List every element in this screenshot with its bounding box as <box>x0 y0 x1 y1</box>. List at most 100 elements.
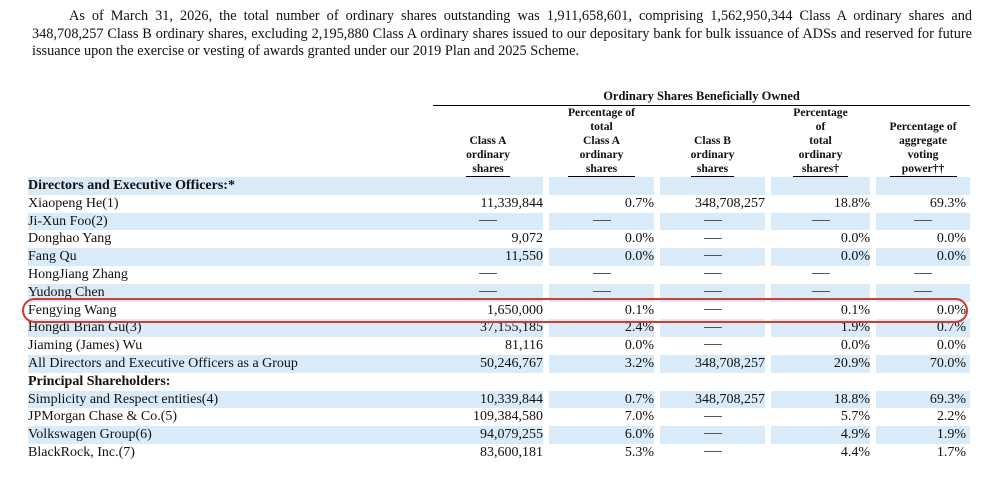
table-row: Fang Qu 11,550 0.0% 0.0% 0.0% <box>28 248 971 266</box>
cell-col-1: 109,384,580 <box>473 409 543 425</box>
column-header-line: ordinary <box>798 148 843 161</box>
cell-col-2: 7.0% <box>624 409 654 425</box>
cell-col-5 <box>876 212 971 231</box>
table-row: All Directors and Executive Officers as … <box>28 354 971 373</box>
table-row: Jiaming (James) Wu 81,116 0.0% 0.0% 0.0% <box>28 337 970 355</box>
cell-col-3: 348,708,257 <box>660 390 765 409</box>
cell-col-1: 81,116 <box>505 338 543 354</box>
dash-mark <box>703 308 722 310</box>
cell-col-2 <box>549 373 654 391</box>
column-header-5: Percentage of aggregate voting power†† <box>876 106 970 177</box>
dash-mark <box>703 291 722 293</box>
dash-mark <box>703 255 722 257</box>
section-row: Principal Shareholders: <box>28 372 970 391</box>
cell-col-3 <box>660 408 765 426</box>
cell-col-1: 83,600,181 <box>480 444 543 460</box>
cell-col-5 <box>876 266 970 284</box>
table-row: HongJiang Zhang <box>28 265 970 284</box>
intro-paragraph: As of March 31, 2026, the total number o… <box>32 8 972 59</box>
cell-col-1: 10,339,844 <box>433 390 543 409</box>
dash-mark <box>703 433 722 435</box>
dash-mark <box>703 344 722 346</box>
cell-col-2: 2.4% <box>549 319 654 338</box>
cell-col-4 <box>771 266 870 284</box>
table-row: Donghao Yang 9,072 0.0% 0.0% 0.0% <box>28 230 970 249</box>
column-header-line: of <box>815 120 826 133</box>
cell-col-1: 37,155,185 <box>433 319 543 338</box>
column-header-line: ordinary <box>466 148 510 161</box>
section-row: Directors and Executive Officers:* <box>28 177 971 195</box>
cell-col-1: 94,079,255 <box>433 426 543 444</box>
dash-mark <box>479 219 497 221</box>
dash-mark <box>703 219 722 221</box>
dash-mark <box>811 219 830 221</box>
holder-name: Volkswagen Group(6) <box>28 426 433 444</box>
column-header-line: Class A <box>469 134 507 147</box>
table-row: Volkswagen Group(6) 94,079,255 6.0% 4.9% 1.9… <box>28 426 971 444</box>
dash-mark <box>703 415 722 417</box>
table-body: Directors and Executive Officers:* Xiaope… <box>28 177 971 462</box>
dash-mark <box>592 291 611 293</box>
column-header-label: Percentage of aggregate voting power†† <box>889 120 957 177</box>
cell-col-4 <box>771 177 870 195</box>
cell-col-4: 1.9% <box>771 319 870 338</box>
column-header-label: Percentage of total Class Aordinary shares <box>567 106 636 177</box>
cell-col-4: 18.8% <box>771 390 870 409</box>
cell-col-4: 5.7% <box>840 409 870 425</box>
section-title: Principal Shareholders: <box>28 373 171 389</box>
column-header-line: total <box>590 120 613 133</box>
table-row: Ji-Xun Foo(2) <box>28 212 971 231</box>
group-header: Ordinary Shares Beneficially Owned <box>433 88 971 106</box>
column-header-1: Class Aordinary shares <box>433 106 543 177</box>
holder-name: Xiaopeng He(1) <box>28 195 119 211</box>
holder-name: JPMorgan Chase & Co.(5) <box>28 409 178 425</box>
holder-name: Hongdi Brian Gu(3) <box>28 319 433 338</box>
cell-col-3: 348,708,257 <box>660 354 765 373</box>
column-header-line: ordinary <box>579 148 624 161</box>
table-row: Xiaopeng He(1) 11,339,844 0.7% 348,708,257 1… <box>28 194 970 213</box>
column-header-line: aggregate <box>898 134 948 147</box>
cell-col-5: 1.9% <box>876 426 971 444</box>
dash-mark <box>914 291 933 293</box>
table-row: Fengying Wang 1,650,000 0.1% 0.1% 0.0% <box>28 301 970 320</box>
column-header-line: ordinary <box>690 148 735 161</box>
section-title: Directors and Executive Officers:* <box>28 177 433 195</box>
holder-name: BlackRock, Inc.(7) <box>28 444 135 460</box>
cell-col-1: 1,650,000 <box>487 302 543 318</box>
cell-col-3 <box>660 302 765 320</box>
cell-col-3 <box>660 177 765 195</box>
dash-mark <box>914 273 933 275</box>
cell-col-5: 0.0% <box>936 231 967 247</box>
cell-col-5: 0.0% <box>936 302 967 318</box>
column-header-label: Class Aordinary shares <box>466 134 510 177</box>
column-header-line: shares† <box>801 162 840 175</box>
cell-col-2: 0.0% <box>624 231 654 247</box>
column-header-line: Class B <box>693 134 732 147</box>
cell-col-2 <box>549 283 654 302</box>
cell-col-4: 0.0% <box>771 248 870 266</box>
group-header-row: Ordinary Shares Beneficially Owned <box>28 88 971 106</box>
cell-col-2 <box>549 177 654 195</box>
holder-name: All Directors and Executive Officers as … <box>28 354 433 373</box>
cell-col-1 <box>433 283 543 302</box>
cell-col-1: 50,246,767 <box>433 354 543 373</box>
table-row: Hongdi Brian Gu(3) 37,155,185 2.4% 1.9% 0.7% <box>28 319 971 338</box>
dash-mark <box>703 451 722 453</box>
column-header-row: Class Aordinary shares Percentage of total C… <box>28 106 970 177</box>
holder-name: Ji-Xun Foo(2) <box>28 212 433 231</box>
cell-col-1: 11,550 <box>433 248 543 266</box>
dash-mark <box>811 273 830 275</box>
holder-name: Donghao Yang <box>28 231 112 247</box>
column-header-line: Percentage of <box>567 106 636 119</box>
cell-col-1: 9,072 <box>511 231 544 247</box>
cell-col-5: 69.3% <box>876 390 971 409</box>
cell-col-5: 69.3% <box>929 195 967 211</box>
column-header-line: shares <box>472 162 504 175</box>
cell-col-3 <box>660 248 765 266</box>
column-header-label: Class Bordinary shares <box>690 134 735 177</box>
dash-mark <box>592 219 611 221</box>
column-header-line: shares <box>585 162 618 175</box>
cell-col-2: 0.0% <box>549 248 654 266</box>
table-row: Yudong Chen <box>28 283 971 302</box>
cell-col-5: 0.0% <box>876 248 971 266</box>
